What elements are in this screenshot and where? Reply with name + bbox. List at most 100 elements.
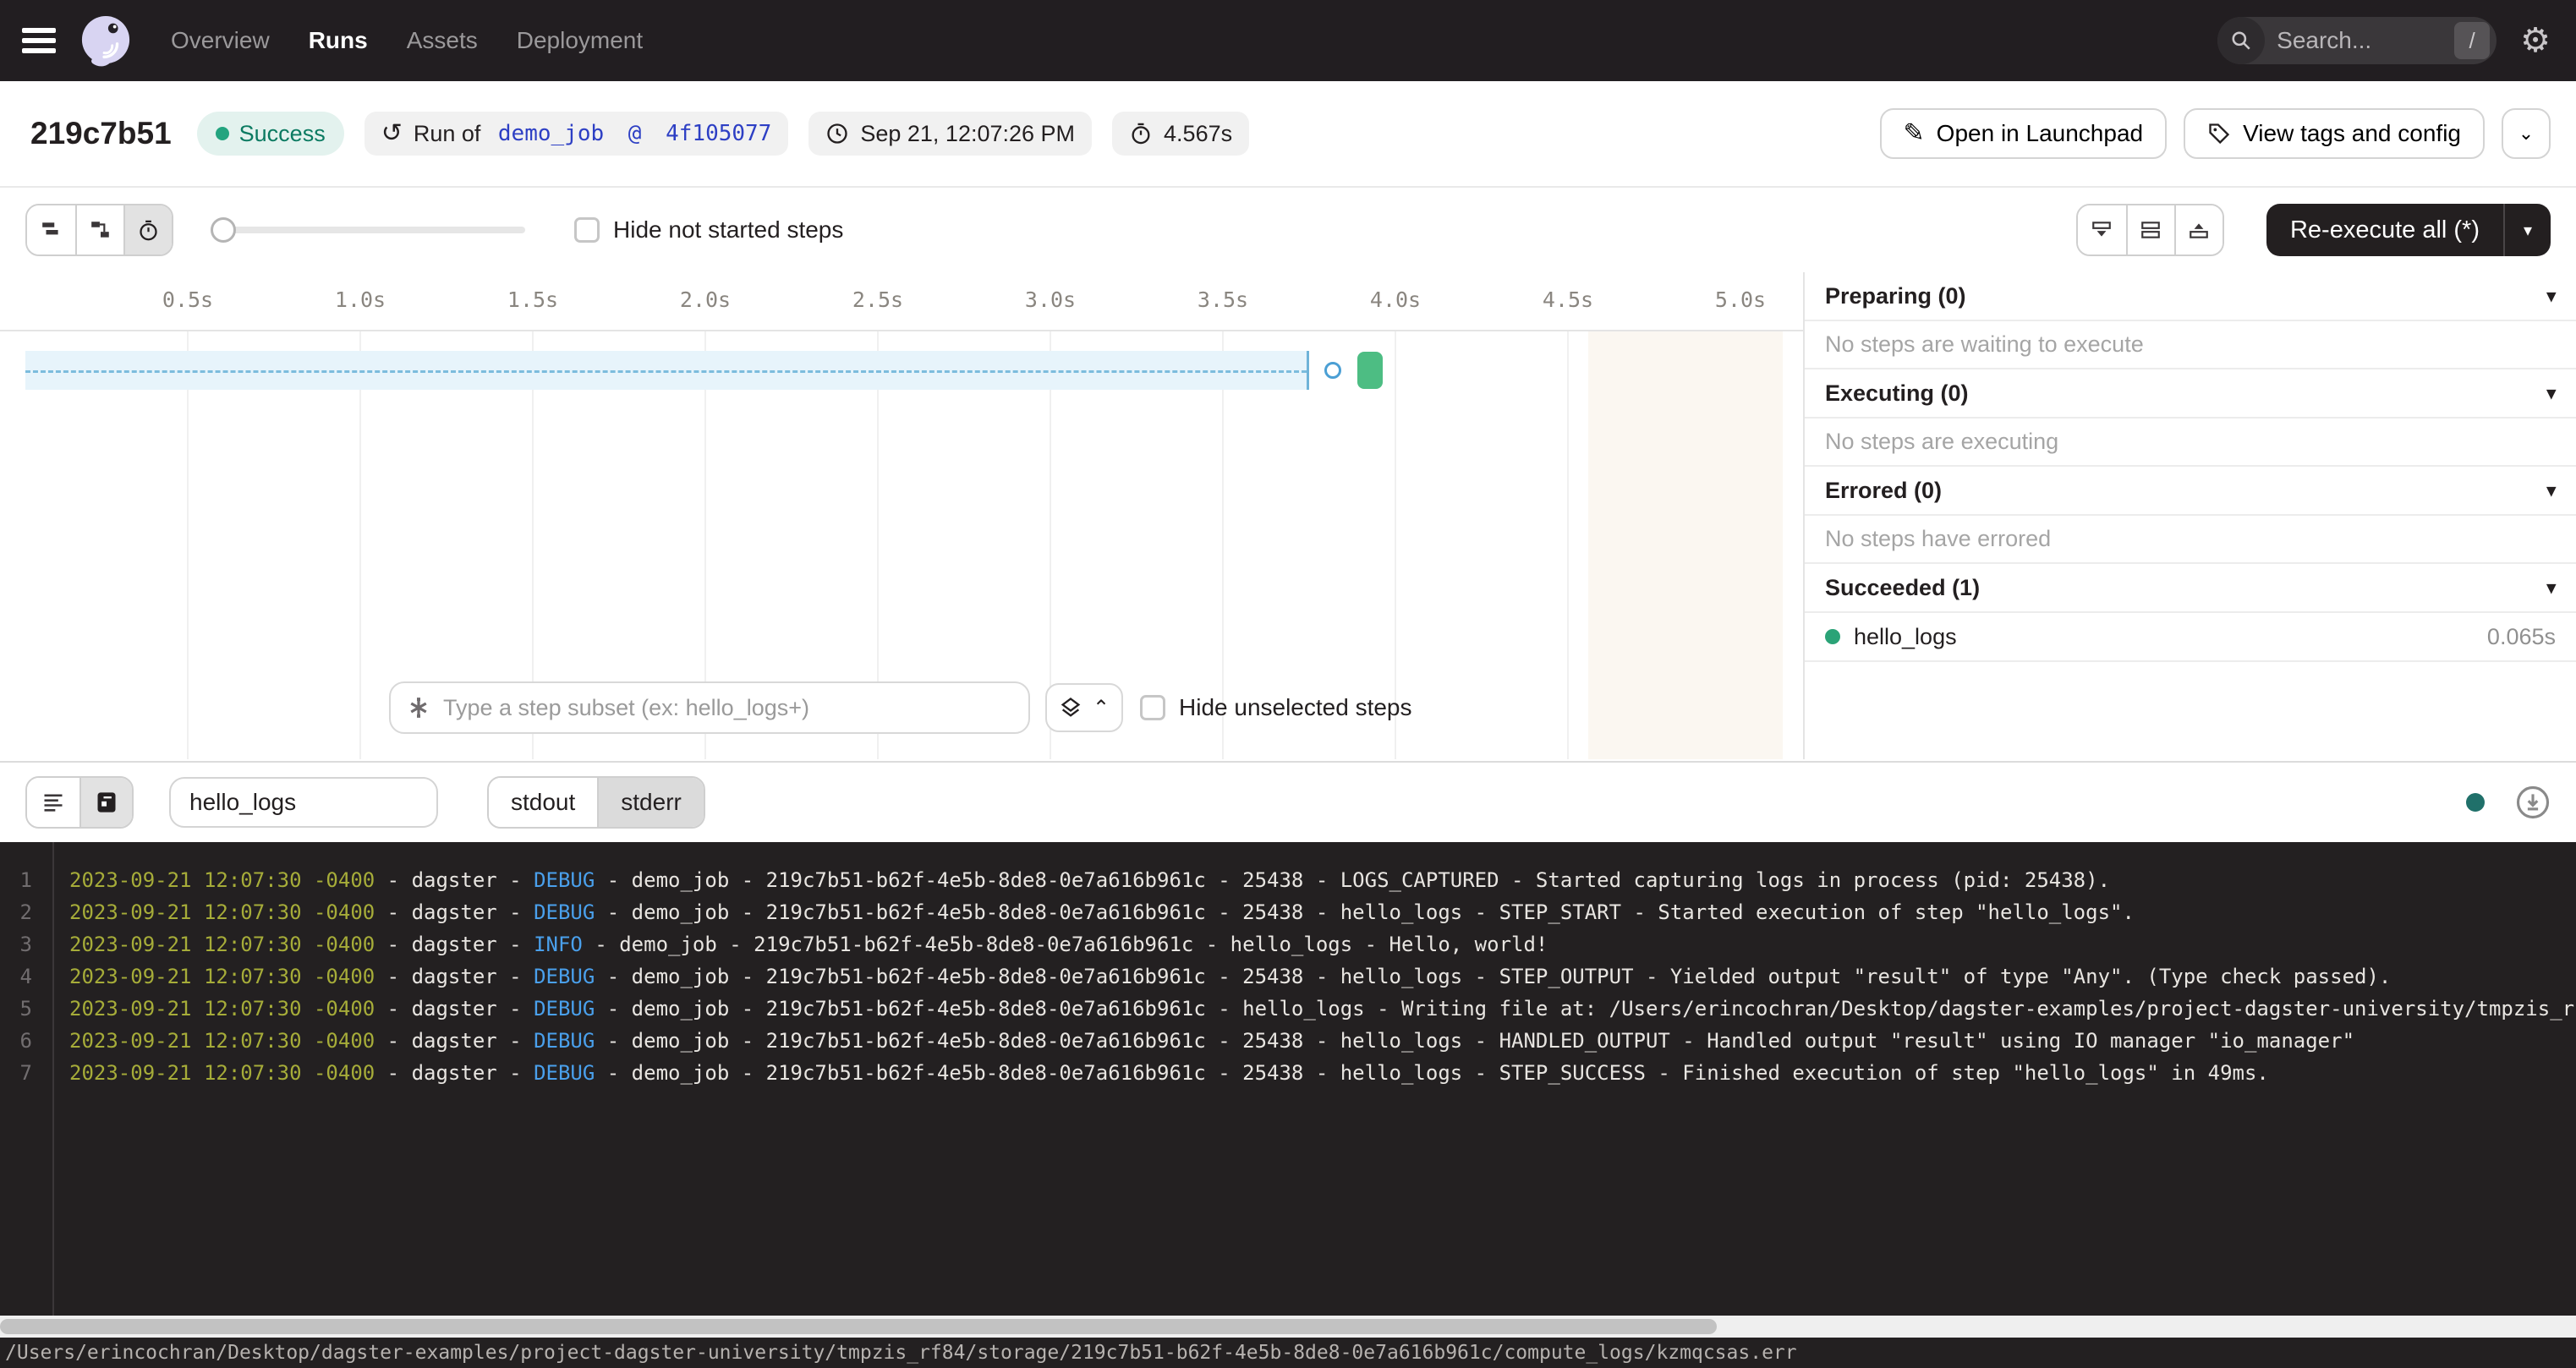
step-marker-circle [1324,362,1341,379]
log-filter-input[interactable]: hello_logs [169,777,438,828]
axis-tick: 1.5s [507,287,558,312]
view-tags-config-button[interactable]: View tags and config [2184,108,2485,159]
caret-down-icon: ▾ [2524,220,2532,241]
log-timestamp: 2023-09-21 12:07:30 -0400 [69,965,375,988]
step-state-panel: Preparing (0)▾No steps are waiting to ex… [1803,272,2576,759]
axis-tick: 3.0s [1025,287,1076,312]
log-line-number: 1 [0,868,32,892]
log-line-number: 6 [0,1029,32,1053]
expand-bottom-panel-button[interactable] [2078,205,2126,254]
status-bar: /Users/erincochran/Desktop/dagster-examp… [0,1338,2576,1368]
axis-tick: 1.0s [335,287,386,312]
axis-tick: 2.5s [852,287,903,312]
log-line: 42023-09-21 12:07:30 -0400 - dagster - D… [0,960,2576,993]
tab-stderr[interactable]: stderr [597,778,704,827]
checkbox-icon[interactable] [574,217,600,243]
hide-unselected-checkbox[interactable]: Hide unselected steps [1140,694,1412,721]
section-title: Preparing (0) [1825,283,1966,309]
step-name: hello_logs [1854,624,1957,650]
timed-view-button[interactable] [123,205,172,254]
log-level: DEBUG [534,1061,595,1085]
clock-icon [825,122,849,145]
nav-item-runs[interactable]: Runs [309,27,368,54]
hide-not-started-checkbox[interactable]: Hide not started steps [574,216,843,244]
timestamp-pill: Sep 21, 12:07:26 PM [808,112,1092,156]
reexecute-dropdown-button[interactable]: ▾ [2505,204,2551,256]
split-panels-button[interactable] [2126,205,2174,254]
step-row-hello_logs[interactable]: hello_logs0.065s [1805,613,2576,662]
caret-down-icon: ▾ [2546,579,2556,597]
gantt-view-mode-segment [25,204,173,256]
axis-tick: 2.0s [680,287,731,312]
log-line-text: 2023-09-21 12:07:30 -0400 - dagster - DE… [69,868,2110,892]
log-level: DEBUG [534,965,595,988]
search-icon [2217,17,2265,64]
history-icon: ↺ [381,121,403,146]
tab-stdout[interactable]: stdout [489,778,597,827]
chevron-up-icon: ⌃ [1093,696,1110,720]
raw-logs-button[interactable] [79,778,132,827]
graph-query-toggle-button[interactable]: ⌃ [1045,683,1123,732]
axis-tick: 4.0s [1370,287,1421,312]
duration-pill: 4.567s [1112,112,1249,156]
log-line-text: 2023-09-21 12:07:30 -0400 - dagster - DE… [69,965,2391,988]
section-empty-message: No steps have errored [1805,516,2576,564]
status-badge: Success [197,112,344,156]
split-panel-icon [2140,219,2162,241]
nav-item-deployment[interactable]: Deployment [517,27,643,54]
structured-logs-button[interactable] [27,778,79,827]
layers-icon [1059,696,1082,720]
step-section-succeeded[interactable]: Succeeded (1) ▾ [1805,564,2576,613]
nav-item-overview[interactable]: Overview [171,27,270,54]
stopwatch-icon [1129,122,1153,145]
download-log-button[interactable] [2515,785,2551,820]
panel-up-icon [2188,219,2210,241]
log-level: DEBUG [534,1029,595,1053]
zoom-slider[interactable] [212,227,525,233]
checkbox-icon[interactable] [1140,695,1165,720]
zoom-slider-handle[interactable] [211,217,236,243]
step-subset-input[interactable]: Type a step subset (ex: hello_logs+) [389,681,1030,734]
run-actions-dropdown-button[interactable]: ⌄ [2502,108,2551,159]
log-line-text: 2023-09-21 12:07:30 -0400 - dagster - DE… [69,997,2576,1021]
console-icon [95,791,118,814]
horizontal-scrollbar[interactable] [0,1316,2576,1338]
reexecute-all-button[interactable]: Re-execute all (*) ▾ [2266,204,2551,256]
open-launchpad-button[interactable]: ✎ Open in Launchpad [1880,108,2168,159]
op-selector-icon [406,695,431,720]
gear-icon[interactable]: ⚙ [2520,24,2551,57]
log-timestamp: 2023-09-21 12:07:30 -0400 [69,868,375,892]
log-timestamp: 2023-09-21 12:07:30 -0400 [69,997,375,1021]
expand-top-panel-button[interactable] [2174,205,2222,254]
log-toolbar: hello_logs stdoutstderr [0,761,2576,842]
section-title: Succeeded (1) [1825,575,1980,601]
log-level: DEBUG [534,997,595,1021]
time-axis: 0.5s1.0s1.5s2.0s2.5s3.0s3.5s4.0s4.5s5.0s [0,272,1803,331]
nav-item-assets[interactable]: Assets [407,27,478,54]
log-level: INFO [534,933,583,956]
log-timestamp: 2023-09-21 12:07:30 -0400 [69,1029,375,1053]
hide-unselected-label: Hide unselected steps [1179,694,1412,721]
job-link[interactable]: demo_job [498,121,604,146]
chevron-down-icon: ⌄ [2518,124,2534,143]
waterfall-view-button[interactable] [75,205,123,254]
axis-tick: 5.0s [1715,287,1766,312]
download-arrow-icon [2529,794,2538,805]
log-line: 22023-09-21 12:07:30 -0400 - dagster - D… [0,896,2576,928]
scrollbar-thumb[interactable] [0,1319,1717,1334]
step-section-errored[interactable]: Errored (0)▾ [1805,467,2576,516]
main-nav: Overview Runs Assets Deployment [171,27,643,54]
log-line-number: 5 [0,997,32,1021]
log-output[interactable]: 1 2023-09-21 12:07:30 -0400 - dagster - D… [0,842,2576,1316]
gantt-step-bar-hello-logs[interactable] [1357,352,1383,389]
dagster-logo-icon[interactable] [79,14,132,67]
step-section-executing[interactable]: Executing (0)▾ [1805,369,2576,419]
commit-link[interactable]: 4f105077 [666,121,771,146]
hamburger-menu-icon[interactable] [22,28,56,53]
gantt-chart: 0.5s1.0s1.5s2.0s2.5s3.0s3.5s4.0s4.5s5.0s… [0,272,1803,759]
search-input[interactable]: Search... / [2217,17,2497,64]
step-subset-placeholder: Type a step subset (ex: hello_logs+) [443,695,809,721]
flat-view-button[interactable] [27,205,75,254]
step-section-preparing[interactable]: Preparing (0)▾ [1805,272,2576,321]
log-level: DEBUG [534,900,595,924]
